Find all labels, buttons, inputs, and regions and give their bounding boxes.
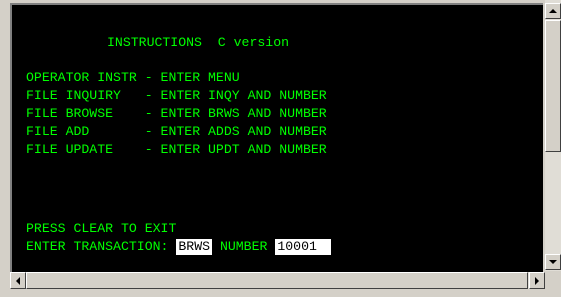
number-input[interactable]: 10001	[275, 239, 331, 255]
bottom-edge	[0, 289, 561, 297]
number-label: NUMBER	[212, 239, 276, 254]
menu-line-file-add: FILE ADD - ENTER ADDS AND NUMBER	[26, 124, 327, 139]
arrow-left-icon	[16, 276, 20, 285]
terminal-window: INSTRUCTIONS C version OPERATOR INSTR - …	[0, 0, 561, 297]
screen-title: INSTRUCTIONS C version	[107, 35, 290, 50]
menu-line-file-update: FILE UPDATE - ENTER UPDT AND NUMBER	[26, 142, 327, 157]
exit-hint: PRESS CLEAR TO EXIT	[26, 221, 177, 236]
terminal-screen[interactable]: INSTRUCTIONS C version OPERATOR INSTR - …	[10, 3, 543, 272]
menu-line-operator-instr: OPERATOR INSTR - ENTER MENU	[26, 70, 240, 85]
transaction-label: ENTER TRANSACTION:	[26, 239, 177, 254]
menu-line-file-inquiry: FILE INQUIRY - ENTER INQY AND NUMBER	[26, 88, 327, 103]
scroll-down-button[interactable]	[545, 254, 561, 270]
transaction-input[interactable]: BRWS	[176, 239, 213, 255]
scroll-up-button[interactable]	[545, 3, 561, 19]
scroll-left-button[interactable]	[10, 272, 26, 289]
vertical-scrollbar-thumb[interactable]	[545, 20, 561, 152]
scroll-right-button[interactable]	[529, 272, 545, 289]
arrow-down-icon	[549, 260, 557, 264]
menu-line-file-browse: FILE BROWSE - ENTER BRWS AND NUMBER	[26, 106, 327, 121]
arrow-up-icon	[549, 9, 557, 13]
transaction-row: ENTER TRANSACTION: BRWS NUMBER 10001	[26, 239, 331, 255]
horizontal-scrollbar-thumb[interactable]	[26, 272, 528, 289]
arrow-right-icon	[535, 276, 539, 285]
